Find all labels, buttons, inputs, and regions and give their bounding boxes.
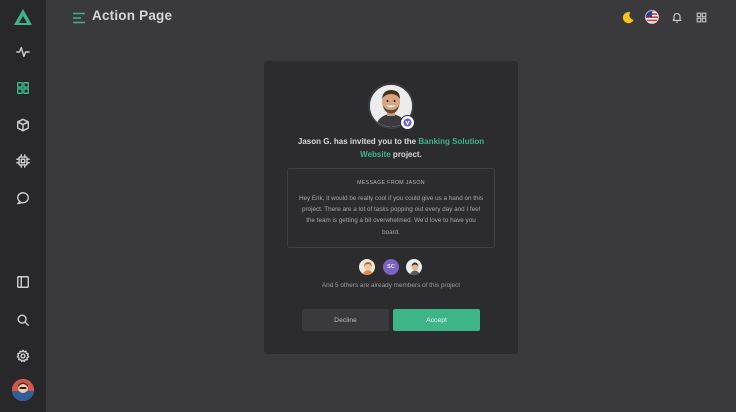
sidebar	[0, 0, 46, 412]
decline-button[interactable]: Decline	[302, 309, 389, 331]
invite-card: Jason G. has invited you to the Banking …	[264, 61, 518, 354]
panel-icon[interactable]	[15, 274, 31, 290]
app-logo-icon[interactable]	[13, 8, 33, 26]
accept-button[interactable]: Accept	[393, 309, 480, 331]
menu-toggle-icon[interactable]	[72, 11, 86, 24]
grid-icon[interactable]	[694, 10, 708, 24]
invite-message: Jason G. has invited you to the Banking …	[284, 136, 498, 161]
user-avatar[interactable]	[12, 379, 34, 401]
moon-icon[interactable]	[621, 10, 635, 24]
page-title: Action Page	[92, 8, 173, 23]
message-box: MESSAGE FROM JASON Hey Erik, it would be…	[287, 168, 495, 248]
activity-icon[interactable]	[15, 44, 31, 60]
members-summary: And 5 others are already members of this…	[321, 282, 461, 289]
member-initials-avatar[interactable]: SC	[382, 258, 400, 276]
us-flag-icon[interactable]	[645, 10, 659, 24]
chat-icon[interactable]	[15, 190, 31, 206]
member-avatar[interactable]	[405, 258, 423, 276]
project-logo-badge-icon	[400, 115, 415, 130]
message-heading: MESSAGE FROM JASON	[357, 180, 425, 186]
message-body: Hey Erik, it would be really cool if you…	[298, 195, 484, 236]
member-avatar[interactable]	[358, 258, 376, 276]
cpu-icon[interactable]	[15, 153, 31, 169]
bell-icon[interactable]	[670, 10, 684, 24]
invite-suffix: project.	[390, 149, 422, 159]
dashboard-icon[interactable]	[15, 80, 31, 96]
cube-icon[interactable]	[15, 117, 31, 133]
invite-prefix: Jason G. has invited you to the	[297, 137, 419, 146]
settings-icon[interactable]	[15, 348, 31, 364]
search-icon[interactable]	[15, 312, 31, 328]
